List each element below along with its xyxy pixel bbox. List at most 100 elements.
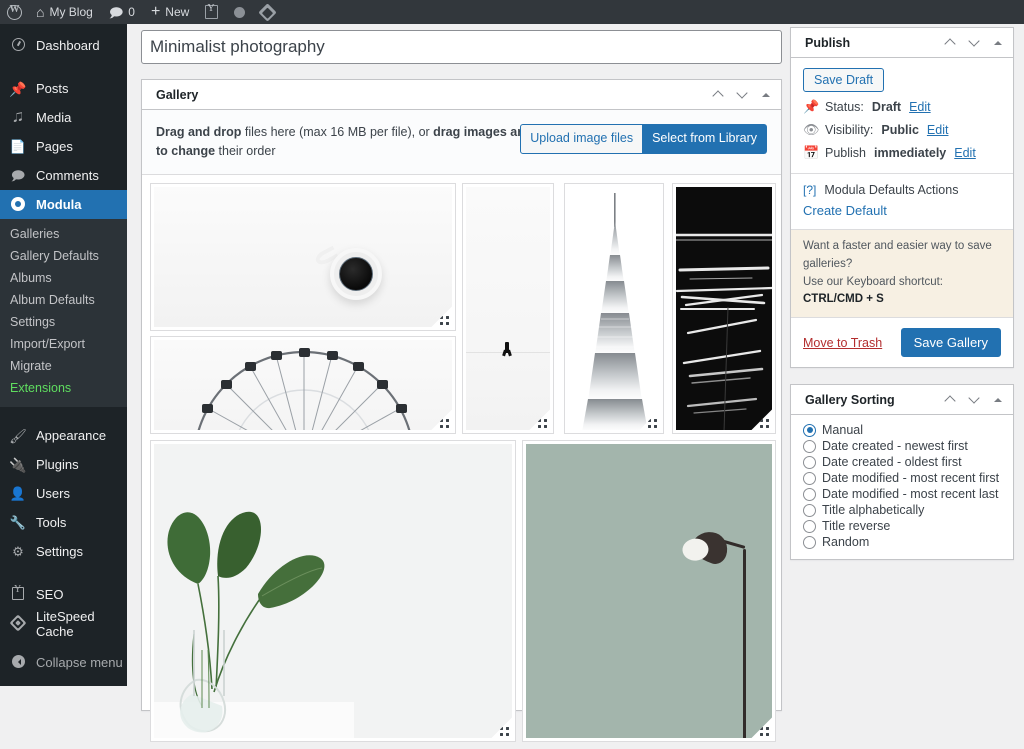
publish-label: Publish [825, 146, 866, 160]
gallery-tile-desk-lamp[interactable] [522, 439, 776, 742]
gallery-tile-light-trails[interactable] [672, 182, 776, 434]
sidebar-item-collapse-menu[interactable]: Collapse menu [0, 648, 127, 677]
sidebar-item-dashboard[interactable]: Dashboard [0, 31, 127, 60]
sidebar-item-extensions[interactable]: Extensions [0, 377, 127, 399]
move-up-button[interactable] [939, 387, 961, 413]
sidebar-label-appearance: Appearance [36, 428, 107, 443]
move-to-trash-link[interactable]: Move to Trash [803, 336, 882, 350]
radio-icon[interactable] [803, 503, 816, 517]
light-trails-svg [676, 186, 772, 430]
coffee-photo-art [154, 186, 452, 327]
radio-icon[interactable] [803, 423, 816, 437]
sidebar-item-seo[interactable]: SEO [0, 580, 127, 609]
sort-option-date-modified-recent-last[interactable]: Date modified - most recent last [803, 486, 1001, 502]
radio-icon[interactable] [803, 471, 816, 485]
gallery-panel-title: Gallery [156, 87, 199, 102]
radio-icon[interactable] [803, 439, 816, 453]
dropzone-text-mid: files here (max 16 MB per file), or [241, 125, 434, 139]
publish-date-row: 📅 Publish immediately Edit [791, 138, 1013, 161]
sort-option-date-created-oldest[interactable]: Date created - oldest first [803, 454, 1001, 470]
upload-image-files-button[interactable]: Upload image files [520, 124, 644, 154]
sidebar-label-pages: Pages [36, 139, 73, 154]
sidebar-item-litespeed-cache[interactable]: LiteSpeed Cache [0, 609, 127, 639]
select-from-library-button[interactable]: Select from Library [643, 124, 767, 154]
sidebar-item-import-export[interactable]: Import/Export [0, 333, 127, 355]
plus-icon: + [150, 2, 161, 20]
radio-icon[interactable] [803, 487, 816, 501]
gallery-tile-ferris-wheel[interactable] [150, 335, 456, 434]
edit-visibility-link[interactable]: Edit [927, 123, 949, 137]
sidebar-item-settings-modula[interactable]: Settings [0, 311, 127, 333]
sidebar-item-comments[interactable]: 🗩 Comments [0, 161, 127, 190]
gallery-title-input[interactable]: Minimalist photography [141, 30, 782, 64]
post-body: Minimalist photography Gallery Drag and … [127, 24, 1024, 742]
move-down-button[interactable] [963, 30, 985, 56]
move-down-button[interactable] [731, 82, 753, 108]
sort-option-date-created-newest[interactable]: Date created - newest first [803, 438, 1001, 454]
sort-option-random[interactable]: Random [803, 534, 1001, 550]
sorting-box-controls [939, 387, 1009, 413]
toggle-panel-button[interactable] [987, 387, 1009, 413]
sidebar-item-appearance[interactable]: 🖌 Appearance [0, 421, 127, 450]
gallery-tile-plant-vase[interactable] [150, 439, 516, 742]
chevron-up-icon [712, 90, 724, 102]
sidebar-item-migrate[interactable]: Migrate [0, 355, 127, 377]
radio-icon[interactable] [803, 519, 816, 533]
adminbar-new-content[interactable]: + New [143, 0, 197, 24]
sidebar-item-media[interactable]: 🎜 Media [0, 103, 127, 132]
status-row: 📌 Status: Draft Edit [791, 92, 1013, 115]
move-up-button[interactable] [939, 30, 961, 56]
sidebar-item-gallery-defaults[interactable]: Gallery Defaults [0, 245, 127, 267]
adminbar-yoast[interactable] [197, 0, 226, 24]
save-draft-button[interactable]: Save Draft [803, 68, 885, 92]
edit-publish-date-link[interactable]: Edit [954, 146, 976, 160]
status-value: Draft [871, 100, 902, 114]
sort-option-label: Manual [822, 423, 863, 438]
sort-option-label: Date created - oldest first [822, 455, 962, 470]
radio-icon[interactable] [803, 535, 816, 549]
adminbar-litespeed[interactable] [253, 0, 282, 24]
sort-option-date-modified-recent-first[interactable]: Date modified - most recent first [803, 470, 1001, 486]
save-gallery-button[interactable]: Save Gallery [900, 328, 1001, 358]
comments-icon: 🗩 [10, 168, 26, 183]
gallery-panel-header: Gallery [142, 80, 781, 110]
edit-status-link[interactable]: Edit [909, 100, 931, 114]
sort-option-title-alphabetically[interactable]: Title alphabetically [803, 502, 1001, 518]
adminbar-comments[interactable]: 🗩 0 [101, 0, 143, 24]
sidebar-label-media: Media [36, 110, 72, 125]
sidebar-item-albums[interactable]: Albums [0, 267, 127, 289]
toggle-panel-button[interactable] [987, 30, 1009, 56]
notice-prefix: Use our Keyboard shortcut: [803, 275, 943, 288]
sort-option-title-reverse[interactable]: Title reverse [803, 518, 1001, 534]
adminbar-status-dot[interactable] [226, 0, 253, 24]
help-question-icon[interactable]: [?] [803, 183, 816, 197]
gallery-tile-coffee-cup[interactable] [150, 182, 456, 331]
create-default-link[interactable]: Create Default [803, 203, 887, 218]
radio-icon[interactable] [803, 455, 816, 469]
visibility-value: Public [881, 123, 919, 137]
toggle-panel-button[interactable] [755, 82, 777, 108]
sidebar-item-posts[interactable]: 📌 Posts [0, 74, 127, 103]
sidebar-item-modula[interactable]: Modula [0, 190, 127, 219]
gallery-tile-empire-state-building[interactable] [564, 182, 664, 434]
gallery-tile-person-walking[interactable] [462, 182, 554, 434]
publish-box-header: Publish [791, 28, 1013, 58]
ferris-wheel-art [154, 339, 452, 430]
move-up-button[interactable] [707, 82, 729, 108]
sidebar-item-users[interactable]: 👤 Users [0, 479, 127, 508]
adminbar-site-name[interactable]: ⌂ My Blog [28, 0, 101, 24]
sidebar-item-plugins[interactable]: 🔌 Plugins [0, 450, 127, 479]
move-down-button[interactable] [963, 387, 985, 413]
sidebar-item-pages[interactable]: 📄 Pages [0, 132, 127, 161]
gallery-dropzone[interactable]: Drag and drop files here (max 16 MB per … [142, 110, 781, 175]
sidebar-item-galleries[interactable]: Galleries [0, 223, 127, 245]
tower-photo-art [568, 186, 660, 430]
sidebar-item-album-defaults[interactable]: Album Defaults [0, 289, 127, 311]
sidebar-item-tools[interactable]: 🔧 Tools [0, 508, 127, 537]
sidebar-item-settings[interactable]: ⚙ Settings [0, 537, 127, 566]
gallery-image-grid[interactable] [142, 175, 781, 749]
adminbar-wp-logo[interactable] [0, 0, 28, 24]
calendar-icon: 📅 [803, 145, 820, 160]
sort-option-manual[interactable]: Manual [803, 422, 1001, 438]
walking-photo-art [466, 186, 550, 430]
